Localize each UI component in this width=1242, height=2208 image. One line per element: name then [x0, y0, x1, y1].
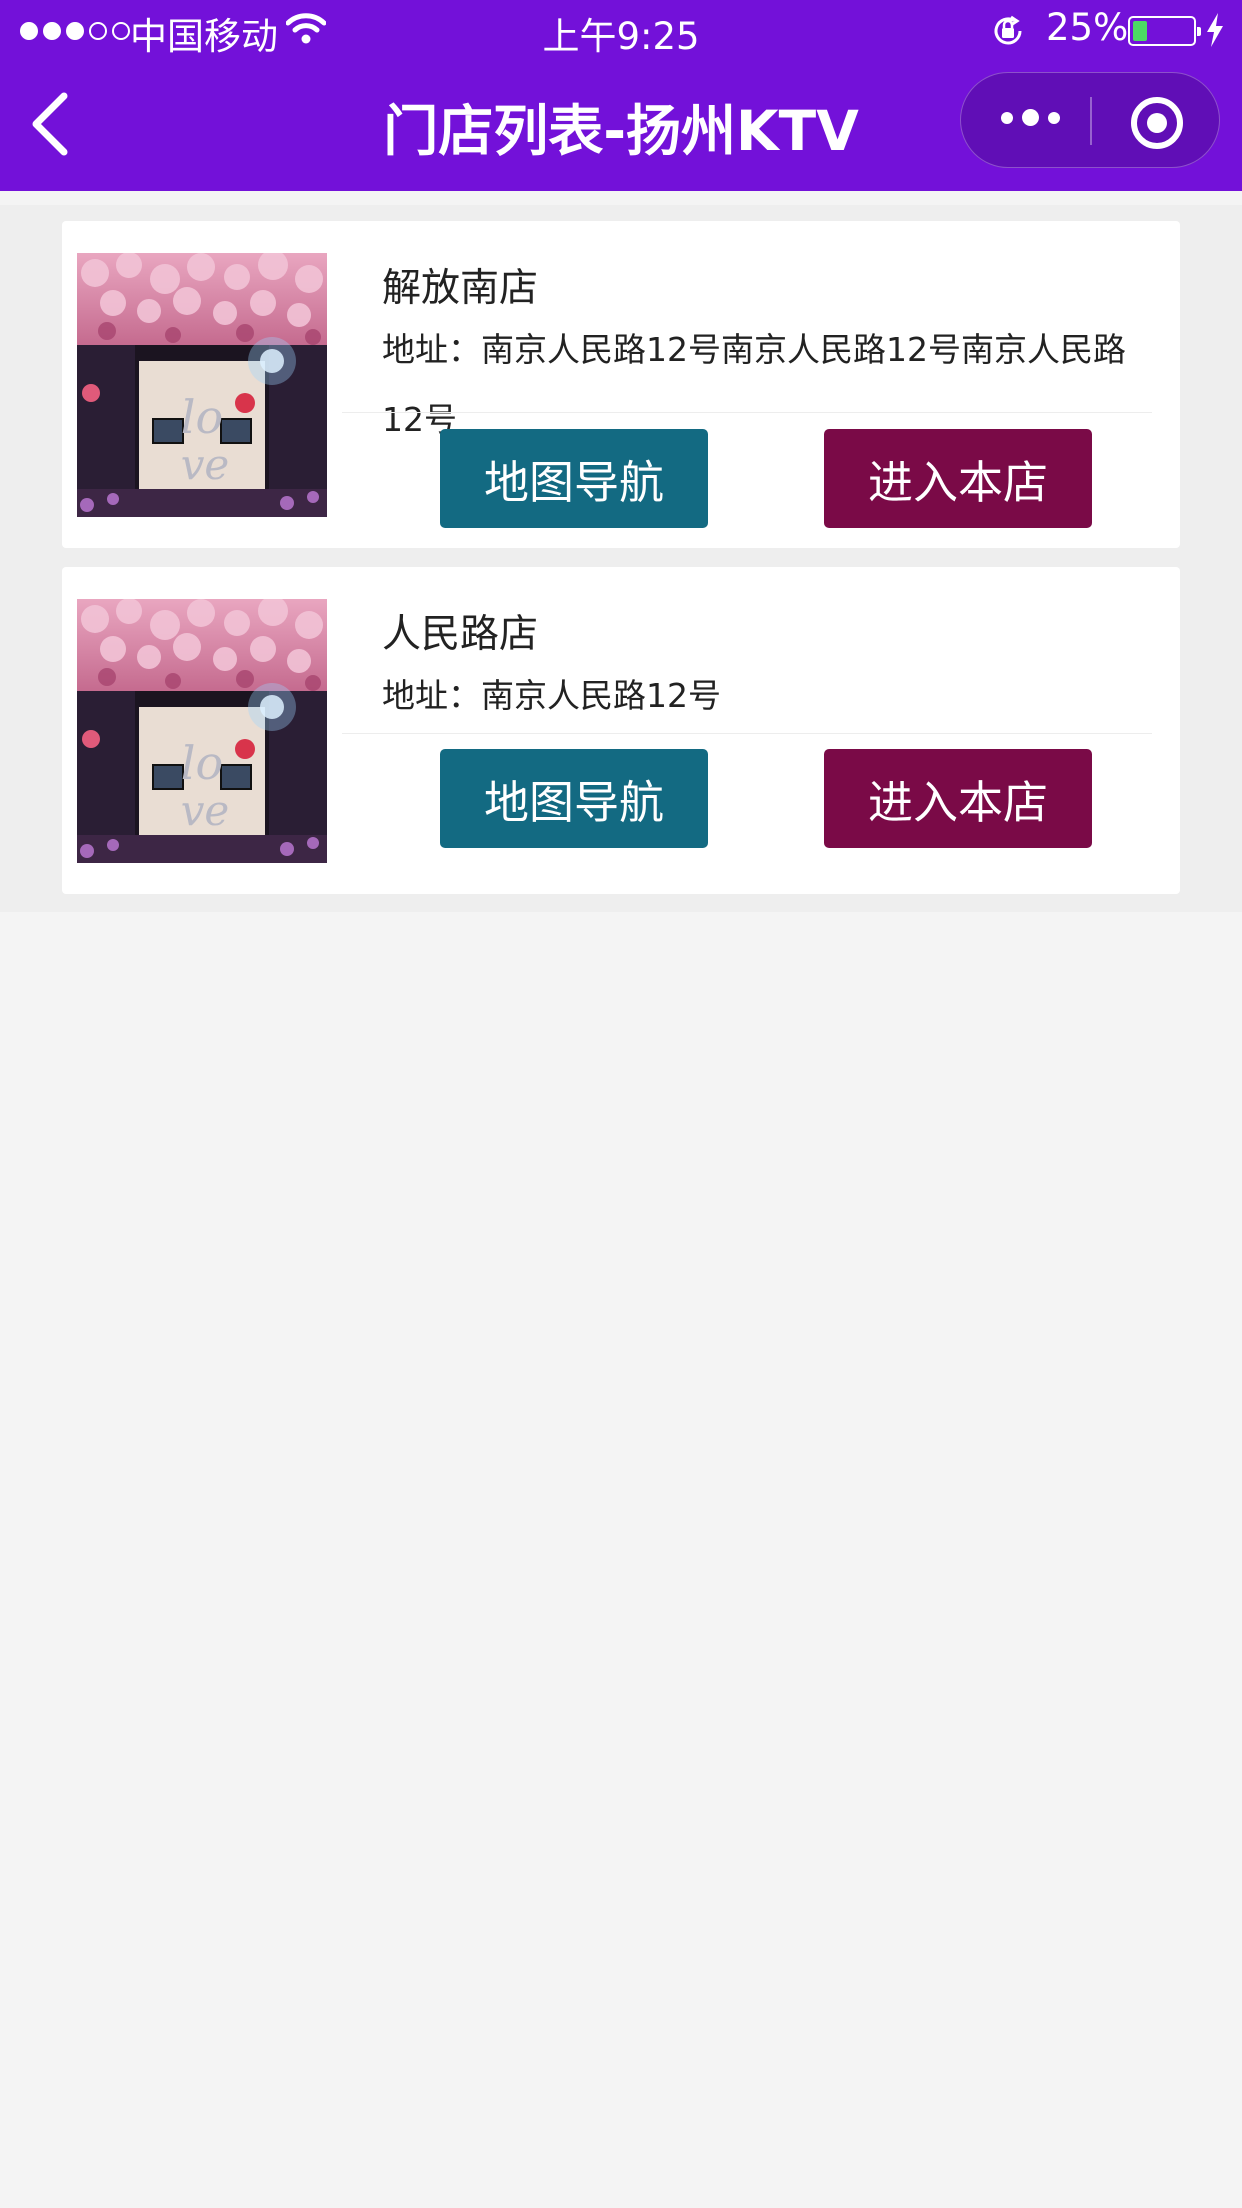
close-miniprogram-icon[interactable]	[1129, 95, 1185, 151]
card-divider	[342, 412, 1152, 413]
card-divider	[342, 733, 1152, 734]
store-name: 解放南店	[382, 266, 539, 311]
status-bar: 中国移动 上午9:25 25%	[0, 0, 1242, 62]
store-list: 解放南店 地址：南京人民路12号南京人民路12号南京人民路12号 地图导航 进入…	[0, 205, 1242, 912]
miniprogram-capsule	[960, 72, 1220, 168]
header-bar: 中国移动 上午9:25 25% 门店列表-扬州KTV	[0, 0, 1242, 191]
more-icon[interactable]	[1001, 109, 1060, 126]
store-address: 地址：南京人民路12号	[382, 676, 721, 715]
enter-store-button[interactable]: 进入本店	[824, 429, 1092, 528]
rotation-lock-icon	[994, 15, 1022, 45]
navigation-bar: 门店列表-扬州KTV	[0, 62, 1242, 191]
capsule-divider	[1090, 97, 1092, 145]
battery-icon	[1128, 16, 1201, 46]
charging-icon	[1207, 13, 1223, 47]
store-image	[77, 253, 327, 517]
map-navigation-button[interactable]: 地图导航	[440, 749, 708, 848]
store-image	[77, 599, 327, 863]
store-card: 人民路店 地址：南京人民路12号 地图导航 进入本店	[62, 567, 1180, 894]
store-name: 人民路店	[382, 612, 539, 657]
enter-store-button[interactable]: 进入本店	[824, 749, 1092, 848]
battery-percent: 25%	[1046, 6, 1129, 49]
store-card: 解放南店 地址：南京人民路12号南京人民路12号南京人民路12号 地图导航 进入…	[62, 221, 1180, 548]
map-navigation-button[interactable]: 地图导航	[440, 429, 708, 528]
